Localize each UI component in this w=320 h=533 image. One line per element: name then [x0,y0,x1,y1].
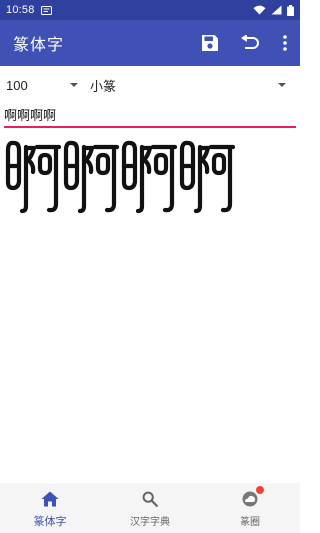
home-icon [41,491,59,506]
bottom-navigation: 篆体字 汉字字典 篆圈 [0,483,300,533]
nav-item-community[interactable]: 篆圈 [200,483,300,533]
status-left: 10:58 [6,4,52,16]
input-underline [4,126,296,128]
undo-icon [241,35,259,49]
notification-icon [40,5,52,15]
seal-glyph [5,140,62,214]
chevron-down-icon [278,83,286,87]
controls-row: 100 小篆 [0,70,300,100]
undo-button[interactable] [230,20,270,66]
app-title: 篆体字 [13,35,65,54]
font-style-dropdown[interactable]: 小篆 [78,70,300,100]
seal-glyph [63,140,120,214]
font-style-value: 小篆 [90,78,117,94]
nav-icon-wrap [41,488,59,510]
nav-icon-wrap [241,486,264,510]
nav-label: 篆体字 [33,514,67,528]
app-actions [190,20,300,66]
save-button[interactable] [190,20,230,66]
text-input[interactable] [4,102,296,126]
signal-icon [271,5,282,15]
seal-glyph [179,140,236,214]
status-bar: 10:58 [0,0,300,20]
save-icon [202,35,218,51]
font-size-value: 100 [6,77,28,93]
search-icon [142,491,158,507]
notification-badge [256,486,264,494]
nav-icon-wrap [142,488,158,510]
nav-label: 篆圈 [240,517,260,528]
seal-preview [4,138,296,218]
seal-glyph [121,140,178,214]
app-bar: 篆体字 [0,20,300,66]
nav-label: 汉字字典 [130,517,170,528]
status-right [253,4,294,16]
more-vert-icon [283,35,287,51]
chevron-down-icon [70,83,78,87]
nav-item-seal-script[interactable]: 篆体字 [0,483,100,533]
battery-icon [287,4,294,16]
status-time: 10:58 [6,4,35,16]
text-input-container [4,102,296,128]
cloud-icon [242,491,258,507]
nav-item-dictionary[interactable]: 汉字字典 [100,483,200,533]
font-size-dropdown[interactable]: 100 [0,70,78,100]
wifi-icon [253,5,266,15]
more-options-button[interactable] [270,20,300,66]
app-screen: 10:58 篆体字 100 小篆 啊啊啊啊 篆体字 汉字字典 篆圈 [0,0,300,533]
